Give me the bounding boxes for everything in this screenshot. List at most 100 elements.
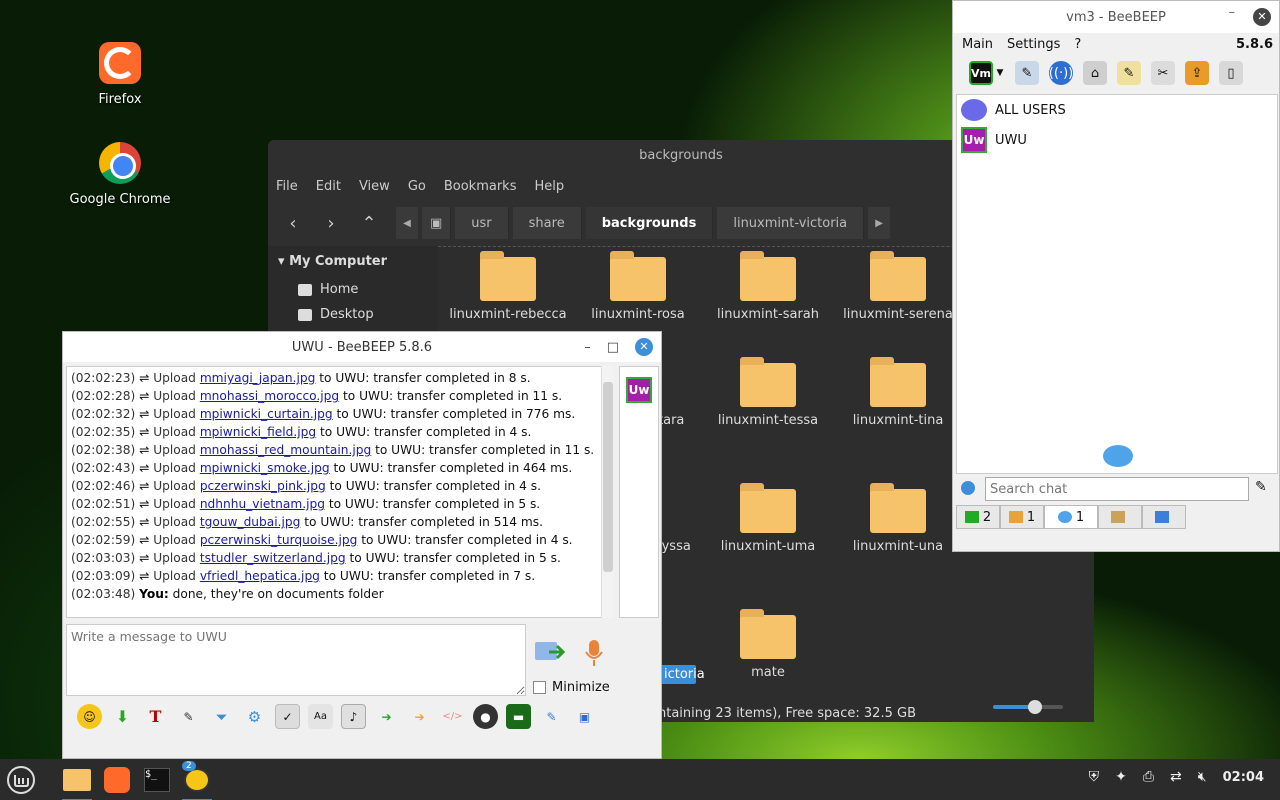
folder-item[interactable]: linuxmint-rosa: [573, 251, 703, 322]
font-icon[interactable]: T: [143, 704, 168, 729]
files-taskbar-icon[interactable]: [60, 763, 94, 800]
breadcrumb-share[interactable]: share: [512, 207, 582, 239]
file-link[interactable]: mnohassi_red_mountain.jpg: [200, 443, 371, 457]
up-icon[interactable]: ⌃: [352, 206, 386, 240]
menu-main[interactable]: Main: [962, 37, 993, 52]
folder-item[interactable]: linuxmint-tessa: [703, 357, 833, 428]
menu-bookmarks[interactable]: Bookmarks: [444, 179, 517, 194]
folder-item[interactable]: linuxmint-tina: [833, 357, 963, 428]
status-icon[interactable]: Vm: [969, 61, 993, 85]
terminal-icon[interactable]: ▬: [506, 704, 531, 729]
breadcrumb-linuxmint-victoria[interactable]: linuxmint-victoria: [717, 207, 865, 239]
folder-item[interactable]: linuxmint-rebecca: [443, 251, 573, 322]
screenshot-icon[interactable]: ●: [473, 704, 498, 729]
sidebar-header[interactable]: ▾ My Computer: [268, 246, 438, 277]
volume-muted-icon[interactable]: 🔇︎: [1198, 769, 1207, 785]
sidebar-item-desktop[interactable]: Desktop: [268, 302, 438, 327]
checkbox[interactable]: [533, 681, 546, 694]
beebeep-tray-icon[interactable]: ✦: [1115, 769, 1127, 785]
search-input[interactable]: [985, 477, 1249, 501]
desktop-icon-firefox[interactable]: Firefox: [65, 42, 175, 107]
menu-file[interactable]: File: [276, 179, 298, 194]
terminal-taskbar-icon[interactable]: $_: [140, 763, 174, 797]
menu-help[interactable]: ?: [1074, 37, 1081, 52]
chat-log-scrollbar[interactable]: [601, 366, 614, 618]
file-link[interactable]: ndhnhu_vietnam.jpg: [200, 497, 325, 511]
save-icon[interactable]: ▣: [572, 704, 597, 729]
folder-item[interactable]: linuxmint-serena: [833, 251, 963, 322]
file-link[interactable]: mmiyagi_japan.jpg: [200, 371, 316, 385]
status-dropdown-icon[interactable]: ▼: [995, 61, 1005, 85]
breadcrumb-backgrounds[interactable]: backgrounds: [585, 207, 714, 239]
scrollbar-thumb[interactable]: [603, 382, 613, 572]
zoom-slider-knob[interactable]: [1028, 700, 1042, 714]
dictionary-icon[interactable]: Aa: [308, 704, 333, 729]
avatar[interactable]: Uw: [626, 377, 652, 403]
file-link[interactable]: tgouw_dubai.jpg: [200, 515, 301, 529]
crumb-left-arrow-icon[interactable]: ◀: [396, 207, 418, 239]
send-button[interactable]: [533, 638, 566, 666]
printer-icon[interactable]: ⎙: [1143, 769, 1154, 785]
breadcrumb-usr[interactable]: usr: [455, 207, 509, 239]
location-toggle-icon[interactable]: ▣: [422, 207, 452, 239]
file-link[interactable]: pczerwinski_pink.jpg: [200, 479, 326, 493]
file-link[interactable]: vfriedl_hepatica.jpg: [200, 569, 320, 583]
folder-item[interactable]: linuxmint-una: [833, 483, 963, 554]
file-link[interactable]: pczerwinski_turquoise.jpg: [200, 533, 358, 547]
forward-icon[interactable]: ›: [314, 206, 348, 240]
minimize-icon[interactable]: –: [584, 340, 591, 355]
menu-help[interactable]: Help: [534, 179, 564, 194]
profile-icon[interactable]: ✎: [1015, 61, 1039, 85]
network-icon[interactable]: ((·)): [1049, 61, 1073, 85]
tab-users[interactable]: 2: [956, 505, 1000, 529]
tab-transfers[interactable]: [1142, 505, 1186, 529]
send-file-icon[interactable]: ➔: [374, 704, 399, 729]
microphone-icon[interactable]: [583, 638, 605, 668]
file-link[interactable]: tstudler_switzerland.jpg: [200, 551, 346, 565]
back-icon[interactable]: ‹: [276, 206, 310, 240]
menu-view[interactable]: View: [359, 179, 390, 194]
menu-edit[interactable]: Edit: [316, 179, 341, 194]
spellcheck-icon[interactable]: ✓: [275, 704, 300, 729]
file-link[interactable]: mpiwnicki_curtain.jpg: [200, 407, 333, 421]
crumb-right-arrow-icon[interactable]: ▶: [868, 207, 891, 239]
desktop-icon-chrome[interactable]: Google Chrome: [65, 142, 175, 207]
minimize-checkbox[interactable]: Minimize: [533, 680, 610, 695]
code-icon[interactable]: </>: [440, 704, 465, 729]
file-link[interactable]: mpiwnicki_field.jpg: [200, 425, 316, 439]
menu-go[interactable]: Go: [408, 179, 426, 194]
clear-search-icon[interactable]: ✎: [1255, 479, 1267, 495]
folder-item[interactable]: mate: [703, 609, 833, 680]
maximize-icon[interactable]: □: [607, 340, 619, 355]
filter-icon[interactable]: ⏷: [209, 704, 234, 729]
tab-chats[interactable]: 1: [1044, 505, 1098, 529]
folder-item[interactable]: tara: [658, 363, 688, 428]
settings-icon[interactable]: ⚙: [242, 704, 267, 729]
message-input[interactable]: [66, 624, 526, 696]
tools-icon[interactable]: ✂: [1151, 61, 1175, 85]
menu-settings[interactable]: Settings: [1007, 37, 1060, 52]
voice-message-icon[interactable]: ♪: [341, 704, 366, 729]
clock[interactable]: 02:04: [1223, 770, 1264, 785]
user-list-item-all-users[interactable]: ALL USERS: [957, 95, 1277, 125]
close-icon[interactable]: ✕: [1253, 8, 1271, 26]
upload-icon[interactable]: ⇪: [1185, 61, 1209, 85]
zoom-slider[interactable]: [993, 700, 1063, 714]
folder-item[interactable]: lyssa: [658, 489, 698, 554]
emoji-icon[interactable]: ☺: [77, 704, 102, 729]
download-icon[interactable]: ⬇: [110, 704, 135, 729]
folder-item[interactable]: linuxmint-uma: [703, 483, 833, 554]
trash-icon[interactable]: ▯: [1219, 61, 1243, 85]
send-folder-icon[interactable]: ➔: [407, 704, 432, 729]
group-icon[interactable]: ⌂: [1083, 61, 1107, 85]
color-icon[interactable]: ✎: [176, 704, 201, 729]
mint-menu-icon[interactable]: [4, 763, 38, 797]
firefox-taskbar-icon[interactable]: [100, 763, 134, 797]
folder-item[interactable]: linuxmint-sarah: [703, 251, 833, 322]
minimize-icon[interactable]: –: [1229, 5, 1236, 20]
close-icon[interactable]: ✕: [635, 338, 653, 356]
tab-groups[interactable]: 1: [1000, 505, 1044, 529]
file-link[interactable]: mnohassi_morocco.jpg: [200, 389, 339, 403]
file-link[interactable]: mpiwnicki_smoke.jpg: [200, 461, 330, 475]
tab-shares[interactable]: [1098, 505, 1142, 529]
